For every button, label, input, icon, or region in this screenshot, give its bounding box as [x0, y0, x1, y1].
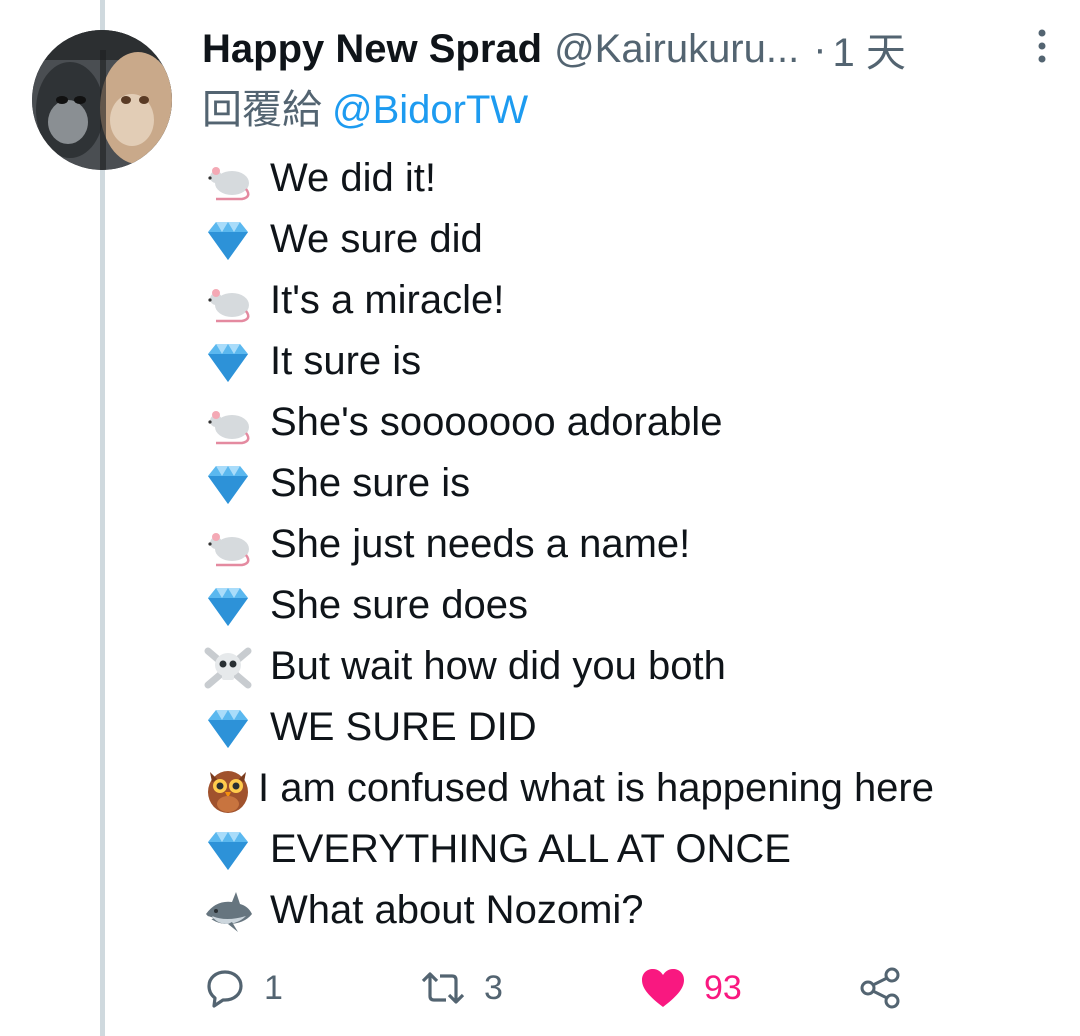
share-button[interactable]	[858, 960, 902, 1016]
retweet-icon	[420, 968, 466, 1008]
reply-count: 1	[264, 968, 283, 1007]
list-item: It sure is	[202, 331, 1062, 392]
list-item: EVERYTHING ALL AT ONCE	[202, 819, 1062, 880]
author-name[interactable]: Happy New Sprad	[202, 27, 542, 72]
tweet-timestamp[interactable]: 1 天	[833, 20, 906, 78]
list-item: She just needs a name!	[202, 514, 1062, 575]
shark-icon	[202, 886, 258, 936]
line-text: She just needs a name!	[270, 522, 691, 566]
line-text: It sure is	[270, 339, 422, 383]
line-text: We did it!	[270, 156, 436, 200]
mouse-icon	[202, 520, 258, 570]
skull-crossbones-icon	[202, 642, 258, 692]
gem-icon	[202, 703, 258, 753]
gem-icon	[202, 581, 258, 631]
reply-button[interactable]: 1	[204, 960, 283, 1016]
tweet-header: Happy New Sprad @Kairukuru... · 1 天	[202, 24, 1050, 76]
line-text: EVERYTHING ALL AT ONCE	[270, 827, 791, 871]
gem-icon	[202, 825, 258, 875]
list-item: But wait how did you both	[202, 636, 1062, 697]
line-text: She sure is	[270, 461, 471, 505]
more-options-icon[interactable]	[1034, 26, 1050, 66]
list-item: What about Nozomi?	[202, 880, 1062, 941]
line-text: What about Nozomi?	[270, 888, 644, 932]
line-text: I am confused what is happening here	[258, 766, 934, 810]
list-item: It's a miracle!	[202, 270, 1062, 331]
author-handle[interactable]: @Kairukuru...	[554, 27, 799, 72]
reply-icon	[204, 967, 246, 1009]
reply-prefix: 回覆給	[202, 87, 322, 133]
list-item: WE SURE DID	[202, 697, 1062, 758]
line-text: WE SURE DID	[270, 705, 537, 749]
mouse-icon	[202, 398, 258, 448]
heart-icon	[640, 967, 686, 1009]
tweet-actions: 1 3 93	[202, 960, 922, 1016]
list-item: We sure did	[202, 209, 1062, 270]
reply-context: 回覆給 @BidorTW	[202, 84, 528, 136]
mouse-icon	[202, 276, 258, 326]
list-item: I am confused what is happening here	[202, 758, 1062, 819]
list-item: She sure is	[202, 453, 1062, 514]
avatar[interactable]	[32, 30, 172, 170]
line-text: She's sooooooo adorable	[270, 400, 723, 444]
list-item: She's sooooooo adorable	[202, 392, 1062, 453]
owl-icon	[202, 764, 258, 814]
separator-dot: ·	[813, 26, 827, 71]
gem-icon	[202, 215, 258, 265]
gem-icon	[202, 459, 258, 509]
like-button[interactable]: 93	[640, 960, 742, 1016]
retweet-button[interactable]: 3	[420, 960, 503, 1016]
retweet-count: 3	[484, 968, 503, 1007]
line-text: But wait how did you both	[270, 644, 726, 688]
reply-to-handle[interactable]: @BidorTW	[332, 88, 528, 132]
share-icon	[858, 966, 902, 1010]
gem-icon	[202, 337, 258, 387]
like-count: 93	[704, 968, 742, 1007]
line-text: She sure does	[270, 583, 528, 627]
list-item: She sure does	[202, 575, 1062, 636]
list-item: We did it!	[202, 148, 1062, 209]
mouse-icon	[202, 154, 258, 204]
line-text: It's a miracle!	[270, 278, 505, 322]
line-text: We sure did	[270, 217, 483, 261]
tweet-body: We did it! We sure did It's a miracle! I…	[202, 148, 1062, 941]
